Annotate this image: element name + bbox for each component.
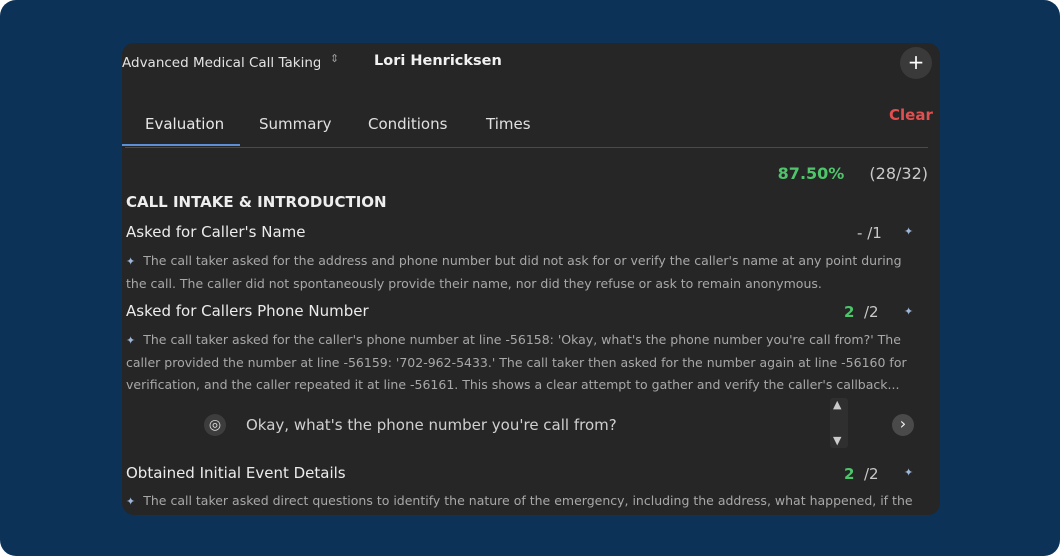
clear-button[interactable]: Clear	[889, 106, 933, 124]
arrow-down-icon[interactable]: ▼	[833, 435, 841, 446]
item-max: /1	[867, 224, 882, 242]
item-max: /2	[863, 465, 879, 483]
explanation-text: The call taker asked for the address and…	[126, 253, 902, 291]
section-title: CALL INTAKE & INTRODUCTION	[126, 193, 387, 211]
ai-sparkle-icon[interactable]: ✦	[904, 305, 913, 318]
item-score-initial-event: 2 /2	[844, 465, 879, 483]
evaluation-panel: Advanced Medical Call Taking ⇕ Lori Henr…	[122, 43, 940, 515]
item-title-callers-name: Asked for Caller's Name	[126, 223, 306, 241]
item-earned: -	[857, 224, 863, 242]
tab-bar: Evaluation Summary Conditions Times	[125, 103, 928, 148]
quote-text: Okay, what's the phone number you're cal…	[246, 416, 617, 434]
tab-times[interactable]: Times	[486, 115, 531, 145]
chevron-updown-icon[interactable]: ⇕	[330, 53, 339, 64]
explanation-text: The call taker asked direct questions to…	[143, 493, 913, 508]
top-bar: Advanced Medical Call Taking ⇕ Lori Henr…	[122, 43, 940, 83]
ai-sparkle-icon: ✦	[126, 255, 136, 268]
ai-sparkle-icon: ✦	[126, 495, 136, 508]
course-name: Advanced Medical Call Taking	[122, 55, 320, 71]
ai-sparkle-icon[interactable]: ✦	[904, 225, 913, 238]
tab-evaluation[interactable]: Evaluation	[145, 115, 224, 145]
item-earned: 2	[844, 465, 855, 483]
item-explanation: ✦ The call taker asked for the address an…	[126, 250, 926, 295]
item-max: /2	[863, 303, 879, 321]
item-explanation: ✦ The call taker asked for the caller's p…	[126, 329, 926, 396]
chevron-right-icon: ›	[899, 414, 907, 433]
plus-icon: +	[907, 50, 925, 74]
item-explanation: ✦ The call taker asked direct questions t…	[126, 490, 926, 513]
ai-sparkle-icon[interactable]: ✦	[904, 466, 913, 479]
person-name: Lori Henricksen	[374, 53, 502, 69]
quote-scroll[interactable]: ▲ ▼	[830, 398, 848, 448]
item-score-callers-phone: 2 /2	[844, 303, 879, 321]
page-background: Advanced Medical Call Taking ⇕ Lori Henr…	[0, 0, 1060, 556]
next-quote-button[interactable]: ›	[892, 414, 914, 436]
transcript-quote-row: ◎ Okay, what's the phone number you're c…	[204, 398, 924, 448]
tab-conditions[interactable]: Conditions	[368, 115, 447, 145]
item-title-initial-event: Obtained Initial Event Details	[126, 464, 346, 482]
score-percent: 87.50%	[777, 164, 845, 183]
active-tab-indicator	[122, 144, 240, 146]
score-fraction: (28/32)	[869, 164, 928, 183]
arrow-up-icon[interactable]: ▲	[833, 399, 841, 410]
overall-score: 87.50% (28/32)	[778, 164, 928, 183]
add-button[interactable]: +	[900, 47, 932, 79]
ai-sparkle-icon: ✦	[126, 334, 136, 347]
target-icon[interactable]: ◎	[204, 414, 226, 436]
item-score-callers-name: - /1	[857, 224, 882, 242]
tab-summary[interactable]: Summary	[259, 115, 332, 145]
course-select[interactable]: Advanced Medical Call Taking	[122, 55, 322, 75]
item-title-callers-phone: Asked for Callers Phone Number	[126, 302, 369, 320]
item-earned: 2	[844, 303, 855, 321]
explanation-text: The call taker asked for the caller's ph…	[126, 332, 907, 392]
